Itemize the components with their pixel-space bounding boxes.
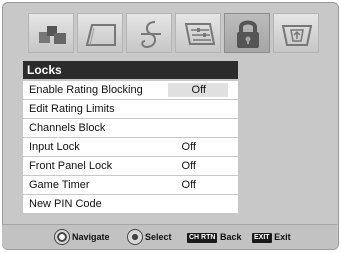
menu-item-label: Channels Block	[29, 122, 106, 134]
select-label: Select	[145, 232, 172, 242]
picture-icon	[39, 26, 66, 44]
menu-item-new-pin-code[interactable]: New PIN Code	[23, 195, 238, 213]
menu-item-front-panel-lock[interactable]: Front Panel Lock Off	[23, 157, 238, 175]
tab-picture[interactable]	[28, 13, 74, 53]
tab-locks[interactable]	[224, 13, 270, 53]
select-dial-icon	[127, 229, 143, 245]
menu-item-enable-rating-blocking[interactable]: Enable Rating Blocking Off	[23, 81, 238, 99]
navigate-dial-icon	[54, 229, 70, 245]
menu-item-label: Game Timer	[29, 179, 90, 191]
menu-tabs	[28, 13, 319, 53]
menu-item-edit-rating-limits[interactable]: Edit Rating Limits	[23, 100, 238, 118]
exit-label: Exit	[274, 232, 291, 242]
tab-setup[interactable]	[175, 13, 221, 53]
tab-display[interactable]	[77, 13, 123, 53]
menu-item-value: Off	[181, 160, 196, 172]
menu-item-input-lock[interactable]: Input Lock Off	[23, 138, 238, 156]
menu-window: Locks Enable Rating Blocking Off Edit Ra…	[2, 2, 339, 250]
tab-applications[interactable]	[273, 13, 319, 53]
menu-item-label: Input Lock	[29, 141, 80, 153]
back-label: Back	[219, 232, 242, 242]
exit-key-icon: EXIT	[252, 232, 272, 243]
menu-item-value: Off	[191, 84, 206, 96]
section-title: Locks	[23, 61, 238, 79]
exit-hint: EXIT Exit	[252, 229, 291, 245]
menu-item-channels-block[interactable]: Channels Block	[23, 119, 238, 137]
display-icon	[85, 24, 116, 46]
back-hint: CH RTN Back	[187, 229, 241, 245]
button-guide: Navigate Select CH RTN Back EXIT Exit	[2, 224, 337, 249]
menu-item-value: Off	[181, 141, 196, 153]
menu-item-value: Off	[181, 179, 196, 191]
locks-menu: Enable Rating Blocking Off Edit Rating L…	[23, 81, 238, 214]
audio-icon	[141, 21, 161, 49]
tab-audio[interactable]	[126, 13, 172, 53]
menu-item-label: Edit Rating Limits	[29, 103, 115, 115]
menu-item-label: Front Panel Lock	[29, 160, 113, 172]
navigate-label: Navigate	[72, 232, 110, 242]
menu-item-label: Enable Rating Blocking	[29, 84, 143, 96]
applications-icon	[281, 25, 313, 46]
setup-icon	[184, 23, 216, 45]
menu-item-game-timer[interactable]: Game Timer Off	[23, 176, 238, 194]
menu-item-label: New PIN Code	[29, 198, 102, 210]
ch-rtn-key-icon: CH RTN	[187, 232, 218, 243]
lock-icon	[237, 20, 259, 48]
